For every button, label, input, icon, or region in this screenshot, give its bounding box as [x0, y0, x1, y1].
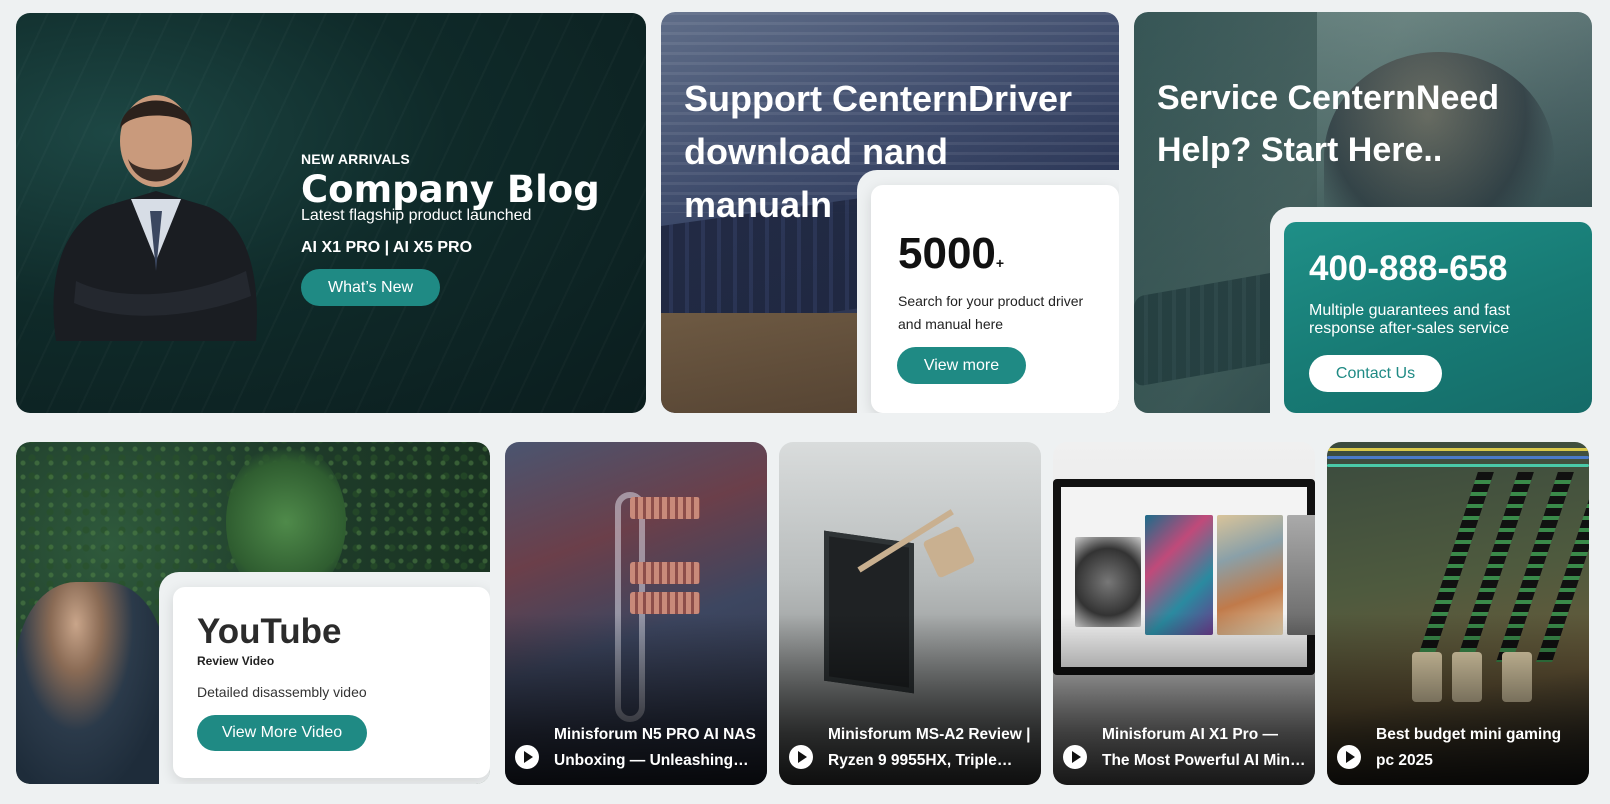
youtube-title: YouTube	[197, 612, 342, 651]
video-card[interactable]: Minisforum AI X1 Pro — The Most Powerful…	[1053, 442, 1315, 785]
driver-count: 5000+	[898, 229, 1005, 278]
video-title[interactable]: Minisforum MS-A2 Review | Ryzen 9 9955HX…	[828, 722, 1032, 774]
play-icon[interactable]	[1337, 745, 1361, 769]
video-card[interactable]: Minisforum N5 PRO AI NAS Unboxing — Unle…	[505, 442, 767, 785]
service-center-card: Service CenternNeed Help? Start Here.. 4…	[1134, 12, 1592, 413]
driver-count-card: 5000+ Search for your product driver and…	[871, 185, 1119, 413]
contact-us-button[interactable]: Contact Us	[1309, 355, 1442, 392]
video-title[interactable]: Minisforum AI X1 Pro — The Most Powerful…	[1102, 722, 1306, 774]
play-icon[interactable]	[1063, 745, 1087, 769]
support-description: Search for your product driver and manua…	[898, 293, 1084, 332]
service-description: Multiple guarantees and fast response af…	[1309, 302, 1511, 337]
support-center-card: Support CenternDriver download nand manu…	[661, 12, 1119, 413]
view-more-video-button[interactable]: View More Video	[197, 715, 367, 751]
video-title[interactable]: Best budget mini gaming pc 2025	[1376, 722, 1580, 774]
youtube-info-card: YouTube Review Video Detailed disassembl…	[173, 587, 490, 778]
contact-card: 400-888-658 Multiple guarantees and fast…	[1284, 222, 1592, 413]
service-title: Service CenternNeed Help? Start Here..	[1157, 79, 1500, 169]
youtube-card: YouTube Review Video Detailed disassembl…	[16, 442, 490, 784]
play-icon[interactable]	[789, 745, 813, 769]
whats-new-button[interactable]: What’s New	[301, 269, 440, 306]
video-card[interactable]: Best budget mini gaming pc 2025	[1327, 442, 1589, 785]
video-card[interactable]: Minisforum MS-A2 Review | Ryzen 9 9955HX…	[779, 442, 1041, 785]
blog-title: Company Blog	[301, 168, 600, 211]
businessman-image	[53, 95, 257, 341]
view-more-button[interactable]: View more	[897, 347, 1026, 384]
count-suffix: +	[995, 255, 1005, 271]
blog-models: AI X1 PRO | AI X5 PRO	[301, 239, 473, 256]
youtube-subtitle: Review Video	[197, 654, 275, 668]
blog-text-block: NEW ARRIVALS Company Blog Latest flagshi…	[301, 138, 600, 306]
video-title[interactable]: Minisforum N5 PRO AI NAS Unboxing — Unle…	[554, 722, 758, 774]
eyebrow-label: NEW ARRIVALS	[301, 151, 410, 167]
company-blog-banner: NEW ARRIVALS Company Blog Latest flagshi…	[16, 13, 646, 413]
youtube-description: Detailed disassembly video	[197, 684, 367, 700]
service-phone: 400-888-658	[1309, 249, 1508, 288]
play-icon[interactable]	[515, 745, 539, 769]
